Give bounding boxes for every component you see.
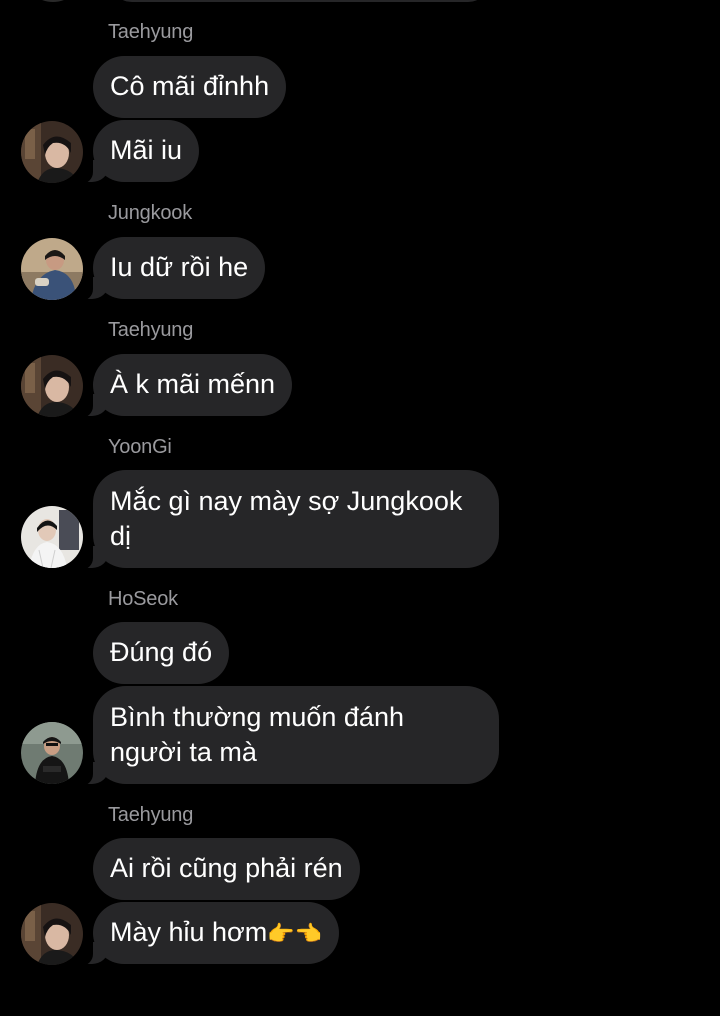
sender-name: YoonGi (108, 436, 172, 458)
message-text: À k mãi mếnn (110, 369, 276, 399)
message-text: Mày hỉu hơm (110, 917, 268, 947)
taehyung-avatar[interactable] (21, 355, 83, 417)
message-bubble[interactable]: Mắc gì nay mày sợ Jungkook dị (75, 470, 499, 570)
message-text: Ai rồi cũng phải rén (110, 853, 343, 883)
sender-name: Taehyung (108, 804, 194, 826)
message-bubble[interactable]: Mãi iu (74, 120, 200, 184)
chat-thread: Taehyung Cô mãi đỉnhh Mãi iu Jungkook Iu… (0, 0, 720, 1016)
sender-name: Taehyung (108, 21, 194, 43)
message-text: Iu dữ rồi he (110, 252, 249, 282)
message-text: Mắc gì nay mày sợ Jungkook dị (110, 486, 463, 551)
message-text: Cô mãi đỉnhh (110, 71, 270, 101)
message-text: Đúng đó (110, 637, 213, 667)
yoongi-avatar[interactable] (21, 506, 83, 568)
jungkook-avatar[interactable] (21, 238, 83, 300)
message-text: Bình thường muốn đánh người ta mà (110, 702, 404, 767)
message-bubble[interactable]: Ai rồi cũng phải rén (93, 838, 360, 900)
message-bubble[interactable]: Cô mãi đỉnhh (93, 56, 287, 118)
taehyung-avatar[interactable] (21, 121, 83, 183)
sender-name: Taehyung (108, 319, 194, 341)
message-bubble[interactable]: Đúng đó (93, 622, 230, 684)
taehyung-avatar[interactable] (21, 903, 83, 965)
sender-name: Jungkook (108, 202, 193, 224)
message-bubble[interactable]: Bình thường muốn đánh người ta mà (75, 686, 499, 786)
message-bubble-cut-off[interactable] (110, 0, 490, 2)
message-text: Mãi iu (110, 135, 183, 165)
hoseok-avatar[interactable] (21, 722, 83, 784)
sender-name: HoSeok (108, 588, 178, 610)
avatar-cut-off (22, 0, 84, 2)
message-bubble[interactable]: Mày hỉu hơm👉👈 (74, 902, 340, 966)
pointing-fingers-emoji: 👉👈 (267, 922, 323, 947)
message-bubble[interactable]: À k mãi mếnn (74, 354, 293, 418)
message-bubble[interactable]: Iu dữ rồi he (74, 237, 266, 301)
